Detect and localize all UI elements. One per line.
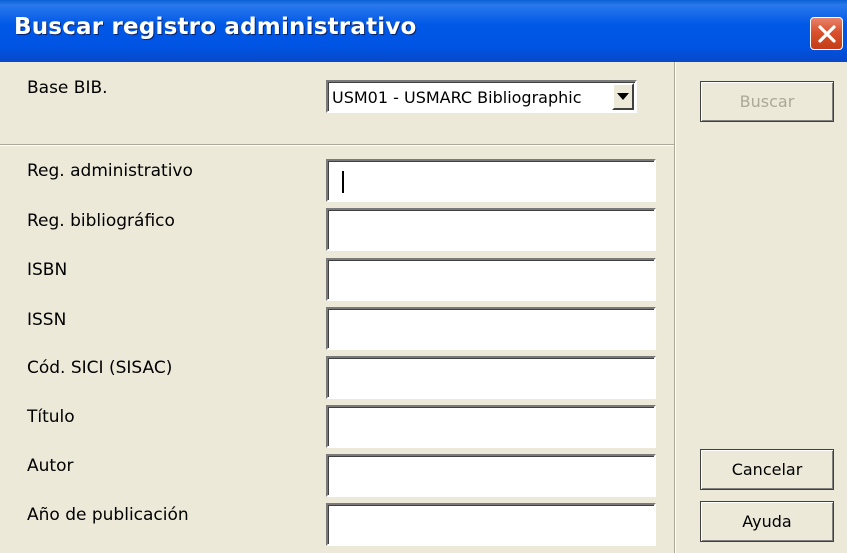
titulo-label: Título (27, 407, 75, 427)
base-bib-selected-value: USM01 - USMARC Bibliographic (332, 88, 582, 107)
close-icon (818, 25, 836, 43)
reg-bibliografico-label: Reg. bibliográfico (27, 211, 175, 231)
dialog-body: Base BIB. USM01 - USMARC Bibliographic R… (0, 62, 847, 553)
reg-administrativo-label: Reg. administrativo (27, 161, 193, 181)
chevron-down-icon (617, 93, 629, 100)
autor-label: Autor (27, 456, 74, 476)
ano-publicacion-input[interactable] (326, 503, 656, 546)
ano-publicacion-label: Año de publicación (27, 505, 189, 525)
search-button[interactable]: Buscar (700, 81, 834, 122)
titulo-input[interactable] (326, 405, 656, 448)
isbn-input[interactable] (326, 258, 656, 301)
window-title: Buscar registro administrativo (14, 14, 417, 40)
isbn-label: ISBN (27, 260, 68, 280)
reg-administrativo-input[interactable] (326, 159, 656, 202)
help-button[interactable]: Ayuda (700, 501, 834, 542)
reg-bibliografico-input[interactable] (326, 208, 656, 251)
autor-input[interactable] (326, 454, 656, 497)
sici-label: Cód. SICI (SISAC) (27, 358, 173, 378)
base-bib-label: Base BIB. (27, 78, 108, 98)
cancel-button[interactable]: Cancelar (700, 449, 834, 490)
text-caret (342, 171, 344, 193)
horizontal-divider-highlight (0, 145, 674, 146)
issn-input[interactable] (326, 307, 656, 350)
issn-label: ISSN (27, 310, 67, 330)
title-bar[interactable]: Buscar registro administrativo (0, 0, 847, 62)
close-button[interactable] (810, 17, 843, 50)
base-bib-select[interactable]: USM01 - USMARC Bibliographic (326, 80, 637, 113)
vertical-divider-highlight (675, 62, 676, 553)
sici-input[interactable] (326, 356, 656, 399)
dropdown-button[interactable] (612, 83, 634, 110)
